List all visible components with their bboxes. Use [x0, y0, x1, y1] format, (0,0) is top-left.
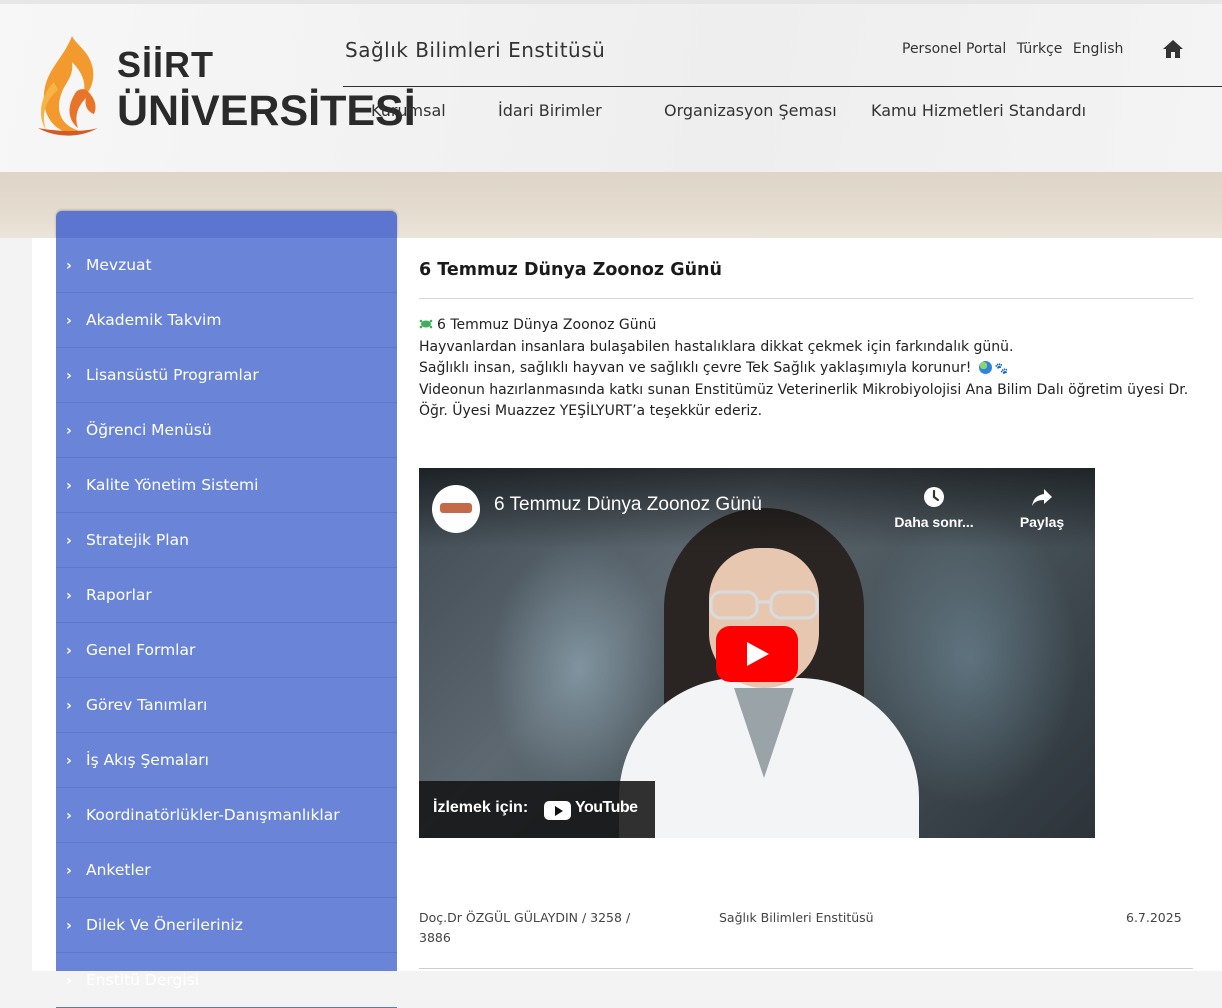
watch-later-button[interactable]: Daha sonr... [889, 486, 979, 530]
article-line-2: Hayvanlardan insanlara bulaşabilen hasta… [419, 338, 1014, 355]
youtube-wordmark: YouTube [575, 799, 638, 816]
publish-date: 6.7.2025 [1126, 910, 1182, 925]
chevron-right-icon: › [66, 973, 72, 989]
channel-avatar[interactable] [432, 485, 480, 533]
chevron-right-icon: › [66, 808, 72, 824]
sidebar-item-gorev-tanimlari[interactable]: › Görev Tanımları [56, 678, 397, 733]
play-button[interactable] [716, 626, 798, 682]
sidebar-item-lisansustu-programlar[interactable]: › Lisansüstü Programlar [56, 348, 397, 403]
paw-prints-icon: 🐾 [994, 362, 1009, 375]
chevron-right-icon: › [66, 643, 72, 659]
title-divider [419, 298, 1193, 299]
sidebar-menu: › Mevzuat › Akademik Takvim › Lisansüstü Pr… [56, 238, 397, 1008]
chevron-right-icon: › [66, 588, 72, 604]
microbe-icon [419, 319, 433, 329]
nav-kamu-hizmetleri-standardi[interactable]: Kamu Hizmetleri Standardı [871, 101, 1086, 120]
sidebar-item-label: İş Akış Şemaları [86, 751, 209, 769]
chevron-right-icon: › [66, 368, 72, 384]
sidebar-item-label: Enstitü Dergisi [86, 971, 200, 989]
site-title[interactable]: Sağlık Bilimleri Enstitüsü [345, 38, 605, 62]
personel-portal-link[interactable]: Personel Portal [902, 41, 1006, 57]
share-button[interactable]: Paylaş [997, 486, 1087, 530]
sidebar-cap [56, 211, 397, 239]
turkce-link[interactable]: Türkçe [1017, 41, 1063, 57]
sidebar-item-label: Görev Tanımları [86, 696, 208, 714]
chevron-right-icon: › [66, 698, 72, 714]
logo-text-line1: SİİRT [117, 44, 215, 85]
sidebar-item-label: Kalite Yönetim Sistemi [86, 476, 259, 494]
header-divider [343, 86, 1222, 87]
sidebar-item-mevzuat[interactable]: › Mevzuat [56, 238, 397, 293]
sidebar-item-label: Stratejik Plan [86, 531, 189, 549]
sidebar-item-label: Öğrenci Menüsü [86, 421, 212, 439]
home-icon[interactable] [1162, 38, 1184, 60]
article-body: 6 Temmuz Dünya Zoonoz Günü Hayvanlardan … [419, 315, 1199, 423]
chevron-right-icon: › [66, 258, 72, 274]
sidebar-item-kalite-yonetim-sistemi[interactable]: › Kalite Yönetim Sistemi [56, 458, 397, 513]
nav-organizasyon-semasi[interactable]: Organizasyon Şeması [664, 101, 837, 120]
sidebar-item-genel-formlar[interactable]: › Genel Formlar [56, 623, 397, 678]
article-subtitle: 6 Temmuz Dünya Zoonoz Günü [437, 317, 657, 333]
video-title[interactable]: 6 Temmuz Dünya Zoonoz Günü [494, 494, 762, 516]
sidebar-item-label: Mevzuat [86, 256, 152, 274]
sidebar-item-koordinatorlukler[interactable]: › Koordinatörlükler-Danışmanlıklar [56, 788, 397, 843]
article-line-4: Videonun hazırlanmasında katkı sunan Ens… [419, 381, 1189, 420]
watch-later-label: Daha sonr... [894, 514, 974, 530]
flame-logo-icon [38, 36, 98, 136]
sidebar-item-is-akis-semalari[interactable]: › İş Akış Şemaları [56, 733, 397, 788]
chevron-right-icon: › [66, 423, 72, 439]
sidebar-item-ogrenci-menusu[interactable]: › Öğrenci Menüsü [56, 403, 397, 458]
share-label: Paylaş [1019, 514, 1065, 530]
university-logo[interactable]: SİİRT ÜNİVERSİTESİ [32, 32, 416, 142]
chevron-right-icon: › [66, 918, 72, 934]
sidebar-item-label: Akademik Takvim [86, 311, 222, 329]
chevron-right-icon: › [66, 533, 72, 549]
sidebar-item-label: Koordinatörlükler-Danışmanlıklar [86, 806, 340, 824]
sidebar-item-stratejik-plan[interactable]: › Stratejik Plan [56, 513, 397, 568]
globe-icon [978, 361, 992, 374]
site-header: SİİRT ÜNİVERSİTESİ Sağlık Bilimleri Enst… [0, 0, 1222, 172]
watch-on-label: İzlemek için: [433, 799, 529, 816]
nav-kurumsal[interactable]: Kurumsal [371, 101, 446, 120]
youtube-play-icon [544, 801, 571, 820]
unit-info: Sağlık Bilimleri Enstitüsü [719, 910, 874, 925]
sidebar-item-label: Raporlar [86, 586, 152, 604]
youtube-video-embed[interactable]: 6 Temmuz Dünya Zoonoz Günü Daha sonr... … [419, 468, 1095, 838]
chevron-right-icon: › [66, 313, 72, 329]
chevron-right-icon: › [66, 753, 72, 769]
sidebar-item-akademik-takvim[interactable]: › Akademik Takvim [56, 293, 397, 348]
channel-avatar-logo [440, 503, 472, 513]
sidebar-item-label: Dilek Ve Önerileriniz [86, 916, 243, 934]
clock-icon [924, 487, 944, 507]
chevron-right-icon: › [66, 478, 72, 494]
article-line-3-text: Sağlıklı insan, sağlıklı hayvan ve sağlı… [419, 360, 972, 376]
article-line-3: Sağlıklı insan, sağlıklı hayvan ve sağlı… [419, 358, 1199, 380]
sidebar-item-dilek-ve-onerileriniz[interactable]: › Dilek Ve Önerileriniz [56, 898, 397, 953]
sidebar-item-label: Genel Formlar [86, 641, 196, 659]
author-info: Doç.Dr ÖZGÜL GÜLAYDIN / 3258 / 3886 [419, 910, 631, 945]
main-content: 6 Temmuz Dünya Zoonoz Günü 6 Temmuz Düny… [397, 238, 1222, 971]
sidebar-item-label: Lisansüstü Programlar [86, 366, 259, 384]
nav-idari-birimler[interactable]: İdari Birimler [498, 101, 602, 120]
article-line-1: 6 Temmuz Dünya Zoonoz Günü [419, 315, 1199, 337]
watch-on-youtube-bar[interactable]: İzlemek için: YouTube [419, 781, 655, 838]
article-title: 6 Temmuz Dünya Zoonoz Günü [419, 260, 722, 280]
sidebar-item-enstitu-dergisi[interactable]: › Enstitü Dergisi [56, 953, 397, 1008]
share-arrow-icon [1032, 489, 1052, 506]
sidebar-item-label: Anketler [86, 861, 151, 879]
left-strip [32, 238, 56, 971]
chevron-right-icon: › [66, 863, 72, 879]
top-links: Personel Portal Türkçe English [902, 41, 1129, 57]
footer-divider [419, 968, 1193, 969]
sidebar-item-raporlar[interactable]: › Raporlar [56, 568, 397, 623]
video-glasses [709, 590, 819, 620]
sidebar-item-anketler[interactable]: › Anketler [56, 843, 397, 898]
english-link[interactable]: English [1073, 41, 1124, 57]
